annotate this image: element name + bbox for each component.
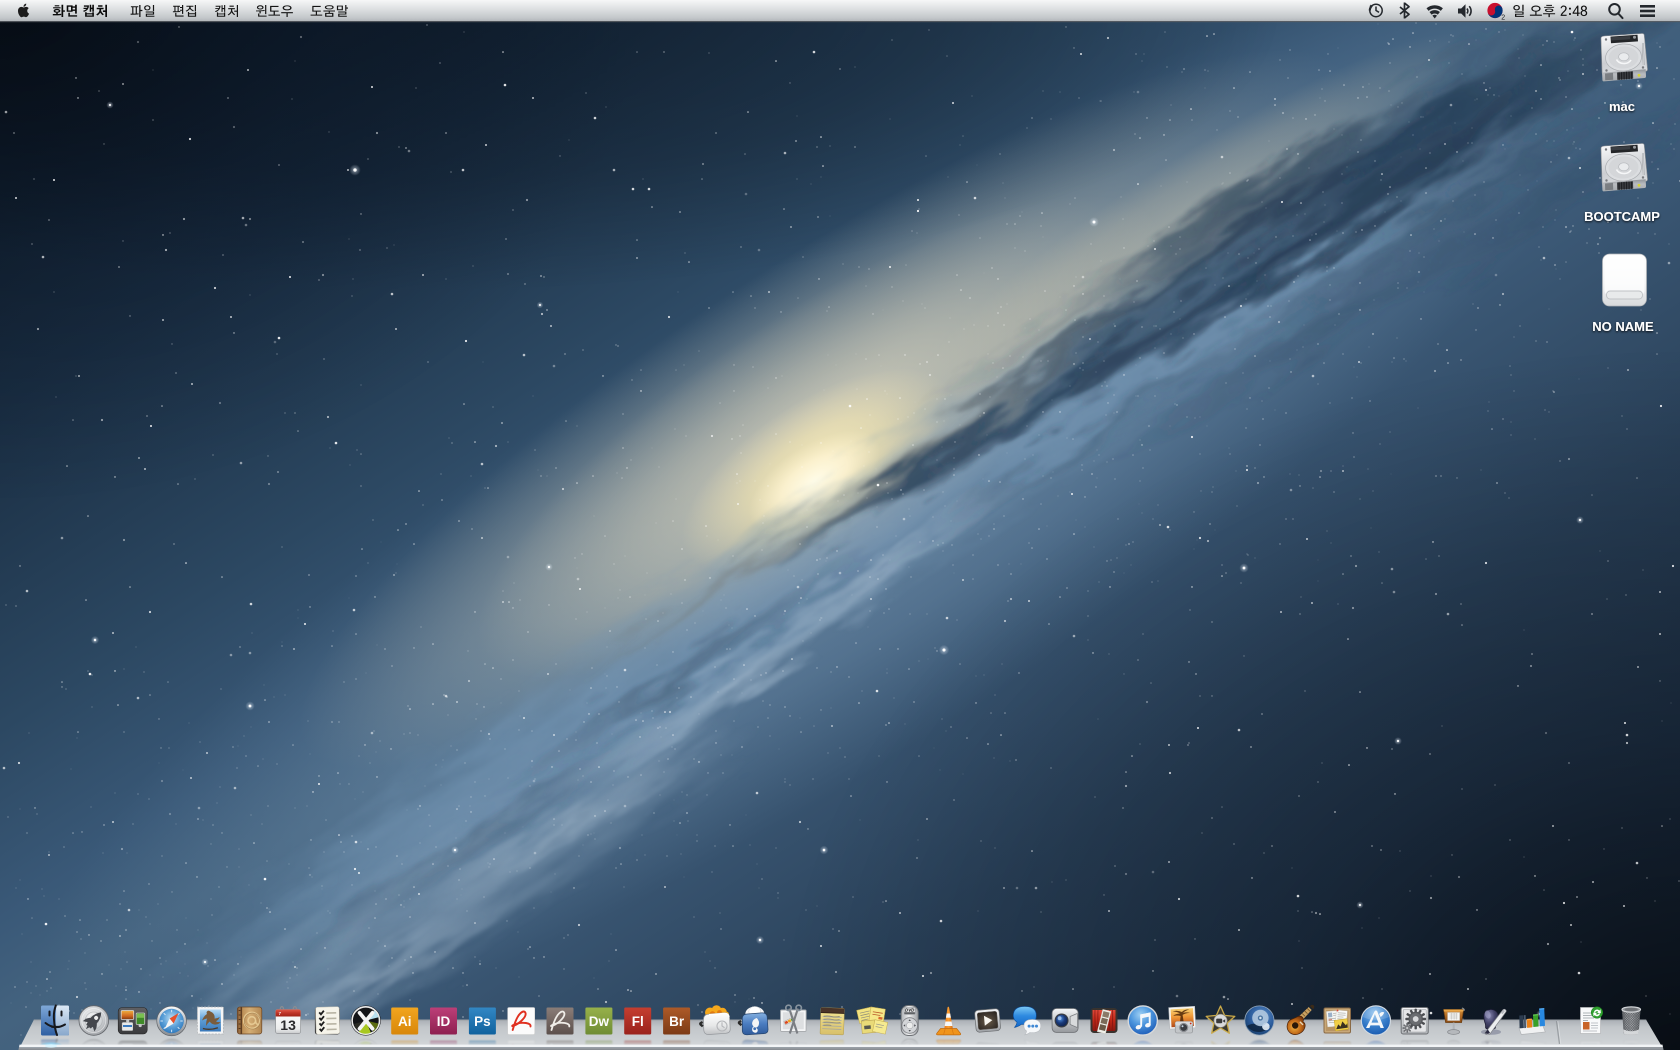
svg-text:Ps: Ps — [474, 1014, 491, 1029]
svg-text:Dw: Dw — [589, 1014, 610, 1029]
svg-text:NO NAME: NO NAME — [1592, 319, 1654, 334]
svg-text:DVD: DVD — [905, 1008, 915, 1013]
svg-text:mac: mac — [1609, 99, 1635, 114]
svg-text:ID: ID — [437, 1014, 451, 1029]
svg-text:13: 13 — [280, 1017, 296, 1033]
svg-text:Br: Br — [669, 1014, 685, 1029]
svg-text:BOOTCAMP: BOOTCAMP — [1584, 209, 1660, 224]
svg-text:Fl: Fl — [632, 1014, 644, 1029]
svg-text:Ai: Ai — [398, 1014, 412, 1029]
svg-text:2: 2 — [1501, 15, 1505, 22]
